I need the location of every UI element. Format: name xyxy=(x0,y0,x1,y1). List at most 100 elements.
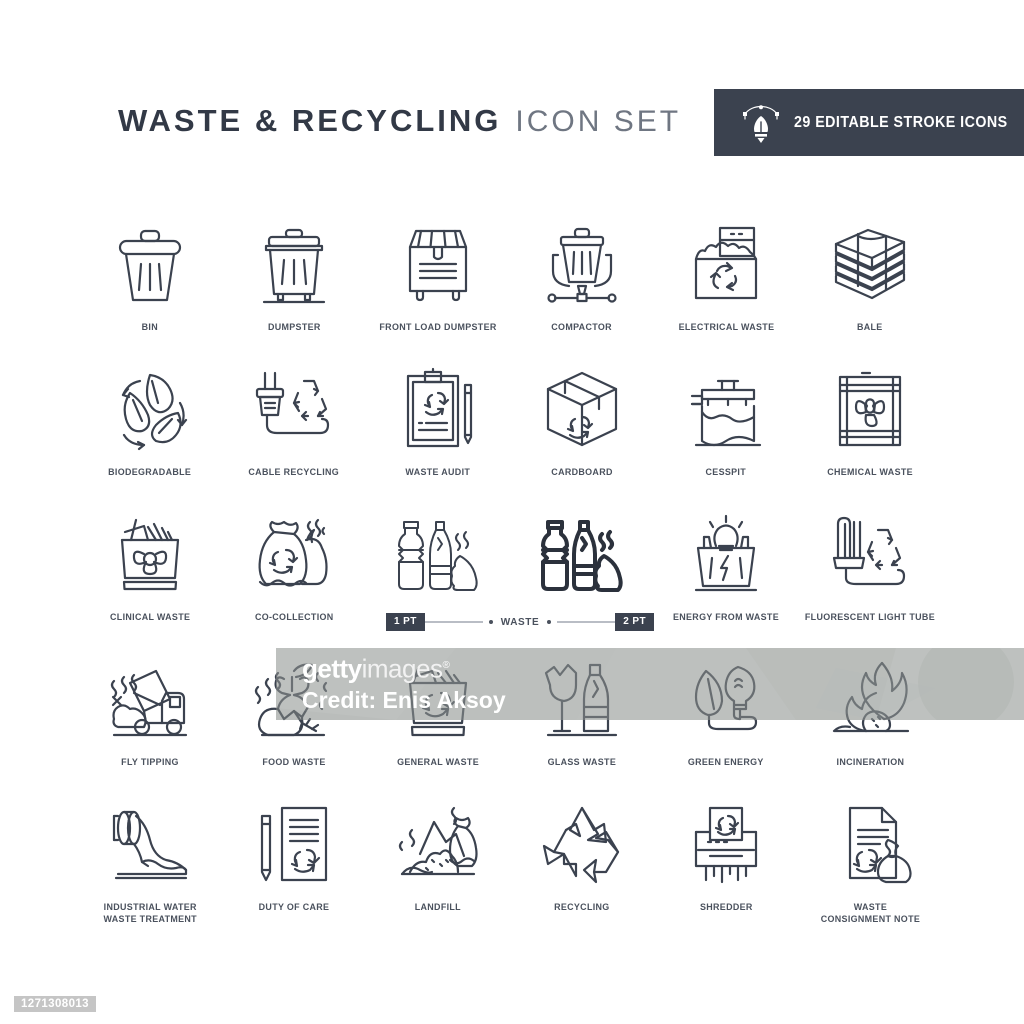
front-load-dumpster-icon xyxy=(386,212,490,316)
icon-cell-energy-from-waste[interactable]: ENERGY FROM WASTE xyxy=(654,502,798,624)
icon-label: GREEN ENERGY xyxy=(688,757,764,768)
icon-cell-co-collection[interactable]: CO-COLLECTION xyxy=(222,502,366,624)
food-waste-apple-icon xyxy=(242,647,346,751)
stroke-bar-dot-right xyxy=(547,620,552,624)
stroke-bar-center-label: WASTE xyxy=(500,616,540,628)
icon-label: DUMPSTER xyxy=(267,322,321,333)
icon-cell-industrial-water-waste-treatment[interactable]: INDUSTRIAL WATER WASTE TREATMENT xyxy=(78,792,222,926)
cable-recycling-icon xyxy=(242,357,346,461)
icon-label: WASTE AUDIT xyxy=(405,467,471,478)
duty-of-care-document-icon xyxy=(242,792,346,896)
icon-cell-waste-1pt[interactable] xyxy=(366,502,510,612)
asset-id-label: 1271308013 xyxy=(14,996,96,1012)
fluorescent-light-tube-icon xyxy=(818,502,922,606)
stroke-bar-line-right xyxy=(557,621,616,623)
glass-waste-icon xyxy=(530,647,634,751)
icon-label: GLASS WASTE xyxy=(547,757,617,768)
icon-label: BIN xyxy=(141,322,159,333)
editable-stroke-badge: 29 EDITABLE STROKE ICONS xyxy=(714,89,1024,156)
icon-cell-waste-2pt[interactable] xyxy=(510,502,654,612)
compactor-icon xyxy=(530,212,634,316)
icon-cell-electrical-waste[interactable]: ELECTRICAL WASTE xyxy=(654,212,798,334)
icon-cell-clinical-waste[interactable]: CLINICAL WASTE xyxy=(78,502,222,624)
clinical-waste-bin-icon xyxy=(98,502,202,606)
icon-cell-glass-waste[interactable]: GLASS WASTE xyxy=(510,647,654,769)
pen-nib-bezier-icon xyxy=(742,102,780,144)
icon-label: INCINERATION xyxy=(836,757,904,768)
waste-bottles-1pt-icon xyxy=(386,502,490,606)
icon-cell-recycling[interactable]: RECYCLING xyxy=(510,792,654,914)
trash-bin-icon xyxy=(98,212,202,316)
icon-cell-incineration[interactable]: INCINERATION xyxy=(798,647,942,769)
icon-label: FLUORESCENT LIGHT TUBE xyxy=(804,612,936,623)
badge-label: 29 EDITABLE STROKE ICONS xyxy=(794,113,1008,131)
icon-cell-front-load-dumpster[interactable]: FRONT LOAD DUMPSTER xyxy=(366,212,510,334)
general-waste-bin-icon xyxy=(386,647,490,751)
icon-label: CABLE RECYCLING xyxy=(248,467,340,478)
icon-label: GENERAL WASTE xyxy=(397,757,479,768)
icon-cell-dumpster[interactable]: DUMPSTER xyxy=(222,212,366,334)
icon-label: CARDBOARD xyxy=(551,467,613,478)
icon-row: CLINICAL WASTE CO-COLLECTION ENERGY FROM… xyxy=(78,502,946,647)
cesspit-icon xyxy=(674,357,778,461)
fly-tipping-truck-icon xyxy=(98,647,202,751)
icon-cell-duty-of-care[interactable]: DUTY OF CARE xyxy=(222,792,366,914)
icon-cell-compactor[interactable]: COMPACTOR xyxy=(510,212,654,334)
icon-label: INDUSTRIAL WATER WASTE TREATMENT xyxy=(103,902,197,925)
icon-label: CESSPIT xyxy=(705,467,747,478)
chemical-waste-barrel-icon xyxy=(818,357,922,461)
icon-label: CHEMICAL WASTE xyxy=(827,467,913,478)
page-header: WASTE & RECYCLING ICON SET 29 EDITABLE S… xyxy=(0,0,1024,180)
biodegradable-leaves-icon xyxy=(98,357,202,461)
icon-row: FLY TIPPING FOOD WASTE GENERAL WASTE GLA… xyxy=(78,647,946,792)
page-title: WASTE & RECYCLING xyxy=(118,103,502,138)
icon-row: BIODEGRADABLE CABLE RECYCLING WASTE AUDI… xyxy=(78,357,946,502)
shredder-icon xyxy=(674,792,778,896)
bale-icon xyxy=(818,212,922,316)
recycling-symbol-icon xyxy=(530,792,634,896)
icon-label: FLY TIPPING xyxy=(121,757,179,768)
icon-cell-waste-audit[interactable]: WASTE AUDIT xyxy=(366,357,510,479)
icon-label: RECYCLING xyxy=(554,902,610,913)
icon-label: FRONT LOAD DUMPSTER xyxy=(379,322,497,333)
icon-cell-green-energy[interactable]: GREEN ENERGY xyxy=(654,647,798,769)
icon-label: CLINICAL WASTE xyxy=(109,612,191,623)
waste-consignment-note-icon xyxy=(818,792,922,896)
icon-cell-cesspit[interactable]: CESSPIT xyxy=(654,357,798,479)
icon-cell-bin[interactable]: BIN xyxy=(78,212,222,334)
cardboard-box-icon xyxy=(530,357,634,461)
icon-label: SHREDDER xyxy=(699,902,753,913)
icon-label: FOOD WASTE xyxy=(262,757,326,768)
icon-label: BIODEGRADABLE xyxy=(108,467,192,478)
waste-audit-clipboard-icon xyxy=(386,357,490,461)
icon-cell-biodegradable[interactable]: BIODEGRADABLE xyxy=(78,357,222,479)
icon-cell-food-waste[interactable]: FOOD WASTE xyxy=(222,647,366,769)
stroke-weight-2pt-chip: 2 PT xyxy=(615,613,654,631)
electrical-waste-icon xyxy=(674,212,778,316)
icon-label: LANDFILL xyxy=(414,902,462,913)
co-collection-bags-icon xyxy=(242,502,346,606)
incineration-flame-icon xyxy=(818,647,922,751)
icon-cell-bale[interactable]: BALE xyxy=(798,212,942,334)
icon-cell-shredder[interactable]: SHREDDER xyxy=(654,792,798,914)
icon-label: ENERGY FROM WASTE xyxy=(672,612,779,623)
stroke-weight-indicator: 1 PT WASTE 2 PT xyxy=(386,612,654,632)
icon-grid: BIN DUMPSTER FRONT LOAD DUMPSTER COMPACT… xyxy=(78,212,946,937)
icon-cell-chemical-waste[interactable]: CHEMICAL WASTE xyxy=(798,357,942,479)
icon-label: WASTE CONSIGNMENT NOTE xyxy=(820,902,920,925)
icon-cell-waste-consignment-note[interactable]: WASTE CONSIGNMENT NOTE xyxy=(798,792,942,926)
waste-bottles-2pt-icon xyxy=(530,502,634,606)
title-block: WASTE & RECYCLING ICON SET xyxy=(118,103,681,139)
icon-label: COMPACTOR xyxy=(551,322,613,333)
icon-cell-cardboard[interactable]: CARDBOARD xyxy=(510,357,654,479)
icon-cell-landfill[interactable]: LANDFILL xyxy=(366,792,510,914)
icon-cell-general-waste[interactable]: GENERAL WASTE xyxy=(366,647,510,769)
icon-cell-cable-recycling[interactable]: CABLE RECYCLING xyxy=(222,357,366,479)
icon-row: BIN DUMPSTER FRONT LOAD DUMPSTER COMPACT… xyxy=(78,212,946,357)
green-energy-bulb-icon xyxy=(674,647,778,751)
icon-cell-fluorescent-light-tube[interactable]: FLUORESCENT LIGHT TUBE xyxy=(798,502,942,624)
stroke-weight-1pt-chip: 1 PT xyxy=(386,613,425,631)
stroke-bar-line-left xyxy=(424,621,483,623)
stroke-bar-dot-left xyxy=(488,620,493,624)
icon-cell-fly-tipping[interactable]: FLY TIPPING xyxy=(78,647,222,769)
